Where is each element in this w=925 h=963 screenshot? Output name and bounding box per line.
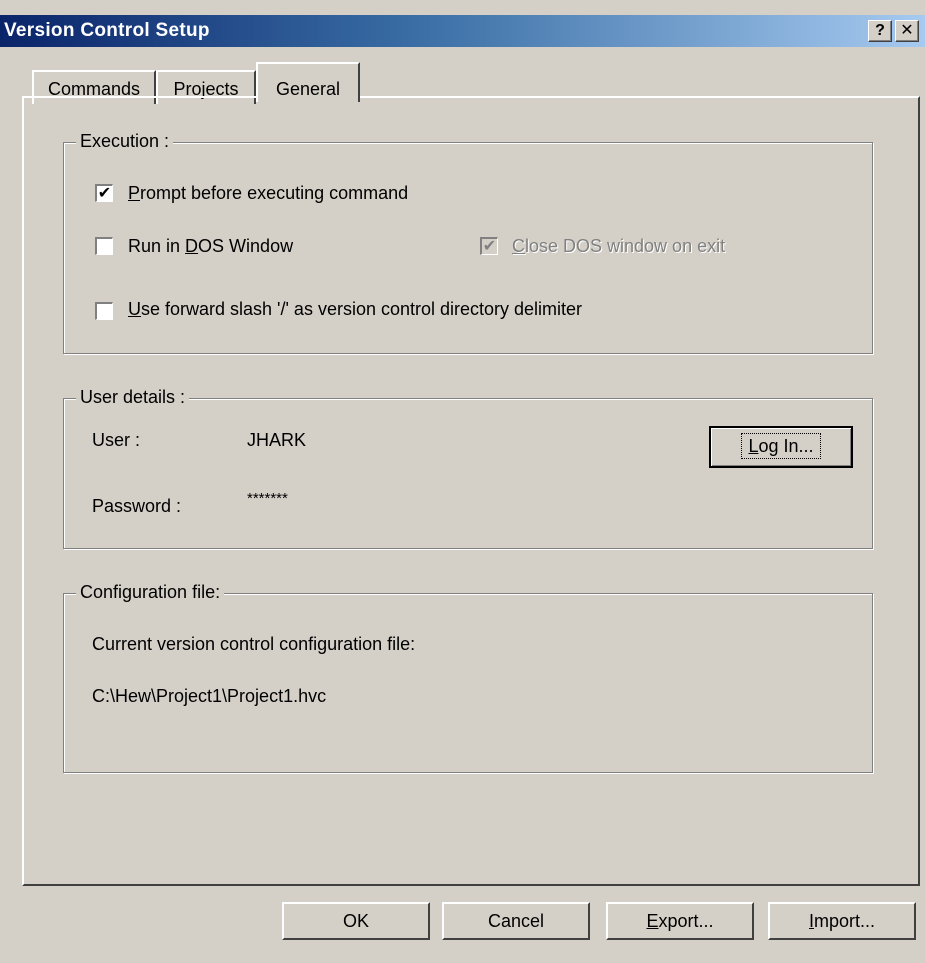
password-label: Password : bbox=[92, 496, 182, 516]
run-dos-checkbox[interactable] bbox=[95, 237, 113, 255]
close-dos-checkbox[interactable]: ✔ bbox=[480, 237, 498, 255]
prompt-label[interactable]: Prompt before executing command bbox=[128, 183, 408, 204]
user-details-legend: User details : bbox=[76, 387, 190, 408]
ok-button[interactable]: OK bbox=[282, 902, 430, 940]
forward-slash-label[interactable]: Use forward slash '/' as version control… bbox=[128, 299, 582, 320]
close-dos-label: Close DOS window on exit bbox=[512, 236, 726, 256]
password-value: ******* bbox=[247, 490, 288, 507]
help-button[interactable]: ? bbox=[868, 20, 892, 42]
user-value: JHARK bbox=[247, 430, 307, 450]
version-control-dialog: Version Control Setup ? ✕ Commands Proje… bbox=[0, 0, 925, 963]
prompt-checkbox[interactable]: ✔ bbox=[95, 184, 113, 202]
execution-legend: Execution : bbox=[76, 131, 174, 152]
user-label: User : bbox=[92, 430, 141, 450]
forward-slash-checkbox[interactable] bbox=[95, 302, 113, 320]
export-button[interactable]: Export... bbox=[606, 902, 754, 940]
tab-general[interactable]: General bbox=[256, 62, 360, 102]
config-file-path: C:\Hew\Project1\Project1.hvc bbox=[92, 686, 327, 706]
window-title: Version Control Setup bbox=[4, 20, 210, 41]
title-bar: Version Control Setup ? ✕ bbox=[0, 15, 925, 47]
run-dos-label[interactable]: Run in DOS Window bbox=[128, 236, 293, 257]
configuration-legend: Configuration file: bbox=[76, 582, 225, 603]
config-file-label: Current version control configuration fi… bbox=[92, 634, 416, 654]
import-button[interactable]: Import... bbox=[768, 902, 916, 940]
user-details-group: User details : bbox=[63, 387, 873, 549]
configuration-group: Configuration file: bbox=[63, 582, 873, 773]
close-button[interactable]: ✕ bbox=[895, 20, 919, 42]
cancel-button[interactable]: Cancel bbox=[442, 902, 590, 940]
close-icon: ✕ bbox=[900, 22, 914, 39]
log-in-button[interactable]: Log In... bbox=[709, 426, 853, 468]
